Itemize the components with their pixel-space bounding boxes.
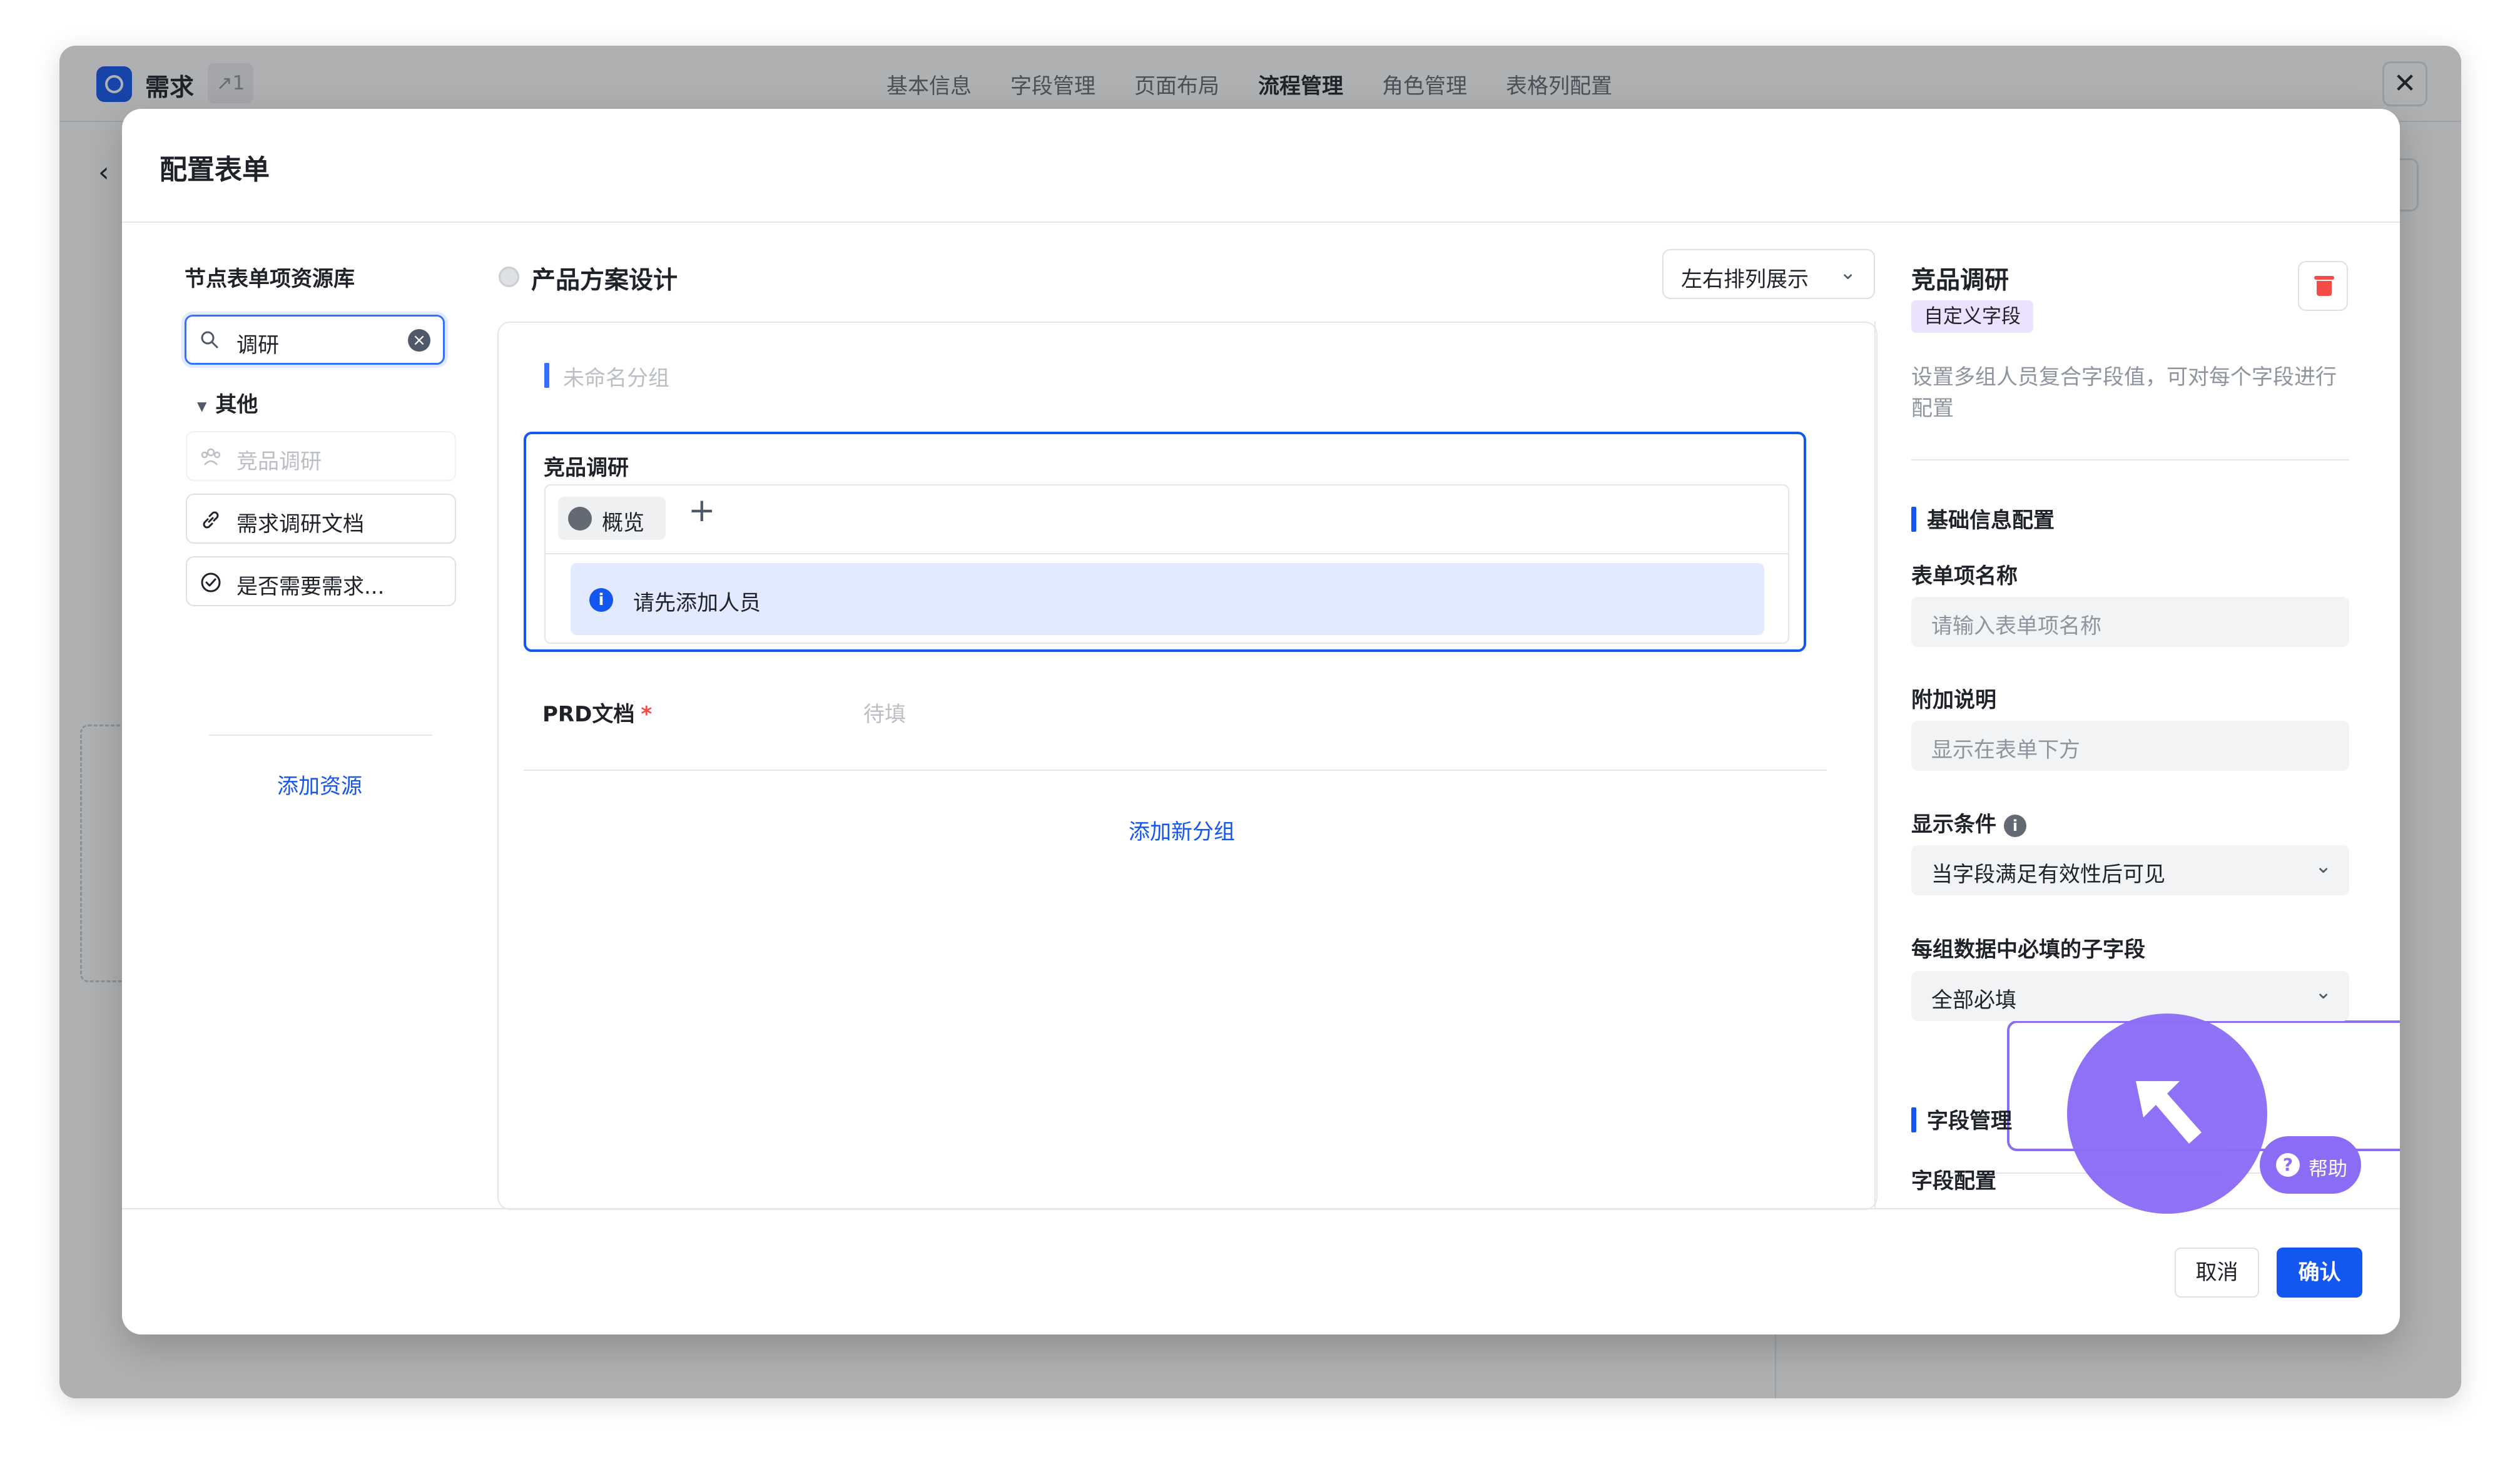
layout-select-value: 左右排列展示 — [1681, 267, 1809, 292]
prd-field-label: PRD文档 * — [542, 697, 652, 728]
library-item-label: 竞品调研 — [236, 449, 322, 474]
basic-config-section-title: 基础信息配置 — [1927, 508, 2055, 533]
cancel-button[interactable]: 取消 — [2175, 1248, 2259, 1298]
library-divider — [209, 734, 432, 736]
library-group-label: 其他 — [215, 392, 258, 417]
display-condition-text: 显示条件 — [1911, 812, 1996, 837]
panel-divider-top — [1911, 459, 2349, 460]
library-item-need-requirement[interactable]: 是否需要需求... — [186, 556, 456, 606]
add-group-link[interactable]: 添加新分组 — [1129, 815, 1235, 845]
form-item-name-placeholder: 请输入表单项名称 — [1931, 614, 2101, 639]
layout-select[interactable]: 左右排列展示 ⌄ — [1662, 249, 1875, 299]
resource-search-input[interactable]: 调研 × — [185, 315, 445, 365]
delete-field-button[interactable] — [2298, 261, 2348, 311]
trash-icon — [2314, 276, 2334, 280]
chevron-down-icon: ⌄ — [2315, 854, 2332, 878]
overview-tab-label: 概览 — [602, 511, 644, 536]
modal-footer-divider — [122, 1208, 2400, 1209]
question-icon: ? — [2276, 1153, 2300, 1177]
required-subfield-label: 每组数据中必填的子字段 — [1911, 937, 2145, 962]
display-condition-select[interactable]: 当字段满足有效性后可见 ⌄ — [1911, 845, 2349, 895]
prd-field-value[interactable]: 待填 — [863, 697, 906, 728]
library-group-other[interactable]: ▼ 其他 — [197, 387, 258, 418]
field-card-competitor-research[interactable]: 竞品调研 概览 + i 请先添加人员 — [524, 432, 1806, 652]
modal-title: 配置表单 — [160, 154, 270, 186]
library-item-label: 是否需要需求... — [236, 574, 385, 599]
add-resource-link[interactable]: 添加资源 — [277, 769, 362, 800]
display-condition-value: 当字段满足有效性后可见 — [1931, 862, 2165, 887]
info-icon: i — [589, 588, 613, 612]
field-config-label: 字段配置 — [1911, 1169, 1996, 1194]
modal-header-divider — [122, 221, 2400, 223]
info-banner: i 请先添加人员 — [571, 563, 1764, 635]
caret-down-icon: ▼ — [197, 398, 207, 414]
help-label: 帮助 — [2309, 1158, 2347, 1181]
required-subfield-value: 全部必填 — [1931, 988, 2016, 1013]
form-item-name-input[interactable]: 请输入表单项名称 — [1911, 597, 2349, 647]
field-management-section-title: 字段管理 — [1927, 1109, 2012, 1134]
layers-icon — [568, 507, 592, 531]
link-icon — [203, 511, 219, 529]
cursor-pointer-icon — [2067, 1014, 2267, 1214]
required-asterisk: * — [641, 702, 653, 727]
panel-title: 竞品调研 — [1911, 267, 2009, 295]
note-placeholder: 显示在表单下方 — [1931, 738, 2080, 763]
config-form-modal: 配置表单 节点表单项资源库 调研 × ▼ 其他 竞品调研 需求调研文档 是否需要… — [122, 109, 2400, 1334]
confirm-button[interactable]: 确认 — [2277, 1248, 2362, 1298]
add-tab-icon[interactable]: + — [688, 492, 716, 529]
prd-label-text: PRD文档 — [542, 702, 635, 727]
node-title: 产品方案设计 — [531, 267, 678, 295]
display-condition-label: 显示条件 i — [1911, 807, 2026, 838]
node-status-dot — [499, 267, 519, 287]
help-button[interactable]: ? 帮助 — [2260, 1136, 2361, 1194]
check-circle-icon — [201, 572, 221, 592]
note-label: 附加说明 — [1911, 688, 1996, 713]
overview-tab[interactable]: 概览 — [558, 497, 666, 540]
group-name-input[interactable]: 未命名分组 — [563, 361, 669, 392]
chevron-down-icon: ⌄ — [1839, 260, 1856, 284]
search-value: 调研 — [236, 333, 279, 358]
library-item-research-doc[interactable]: 需求调研文档 — [186, 494, 456, 544]
form-item-name-label: 表单项名称 — [1911, 564, 2018, 589]
group-accent-bar — [544, 363, 549, 388]
library-item-label: 需求调研文档 — [236, 512, 364, 537]
chevron-down-icon: ⌄ — [2315, 980, 2332, 1004]
info-banner-text: 请先添加人员 — [633, 591, 761, 616]
section-accent-bar — [1911, 507, 1916, 532]
field-card-body: 概览 + i 请先添加人员 — [544, 484, 1789, 644]
field-inner-divider — [546, 553, 1788, 554]
prd-divider — [524, 770, 1827, 771]
library-item-competitor-research: 竞品调研 — [186, 431, 456, 481]
search-icon — [201, 331, 218, 348]
section-accent-bar — [1911, 1107, 1916, 1132]
resource-library-title: 节点表单项资源库 — [185, 267, 355, 292]
info-icon[interactable]: i — [2004, 814, 2026, 837]
panel-divider — [1874, 322, 1876, 1208]
people-group-icon — [201, 448, 221, 465]
clear-icon[interactable]: × — [408, 329, 430, 352]
field-card-title: 竞品调研 — [544, 455, 629, 480]
panel-description: 设置多组人员复合字段值，可对每个字段进行配置 — [1911, 365, 2337, 421]
custom-field-tag: 自定义字段 — [1911, 300, 2033, 333]
note-input[interactable]: 显示在表单下方 — [1911, 721, 2349, 771]
